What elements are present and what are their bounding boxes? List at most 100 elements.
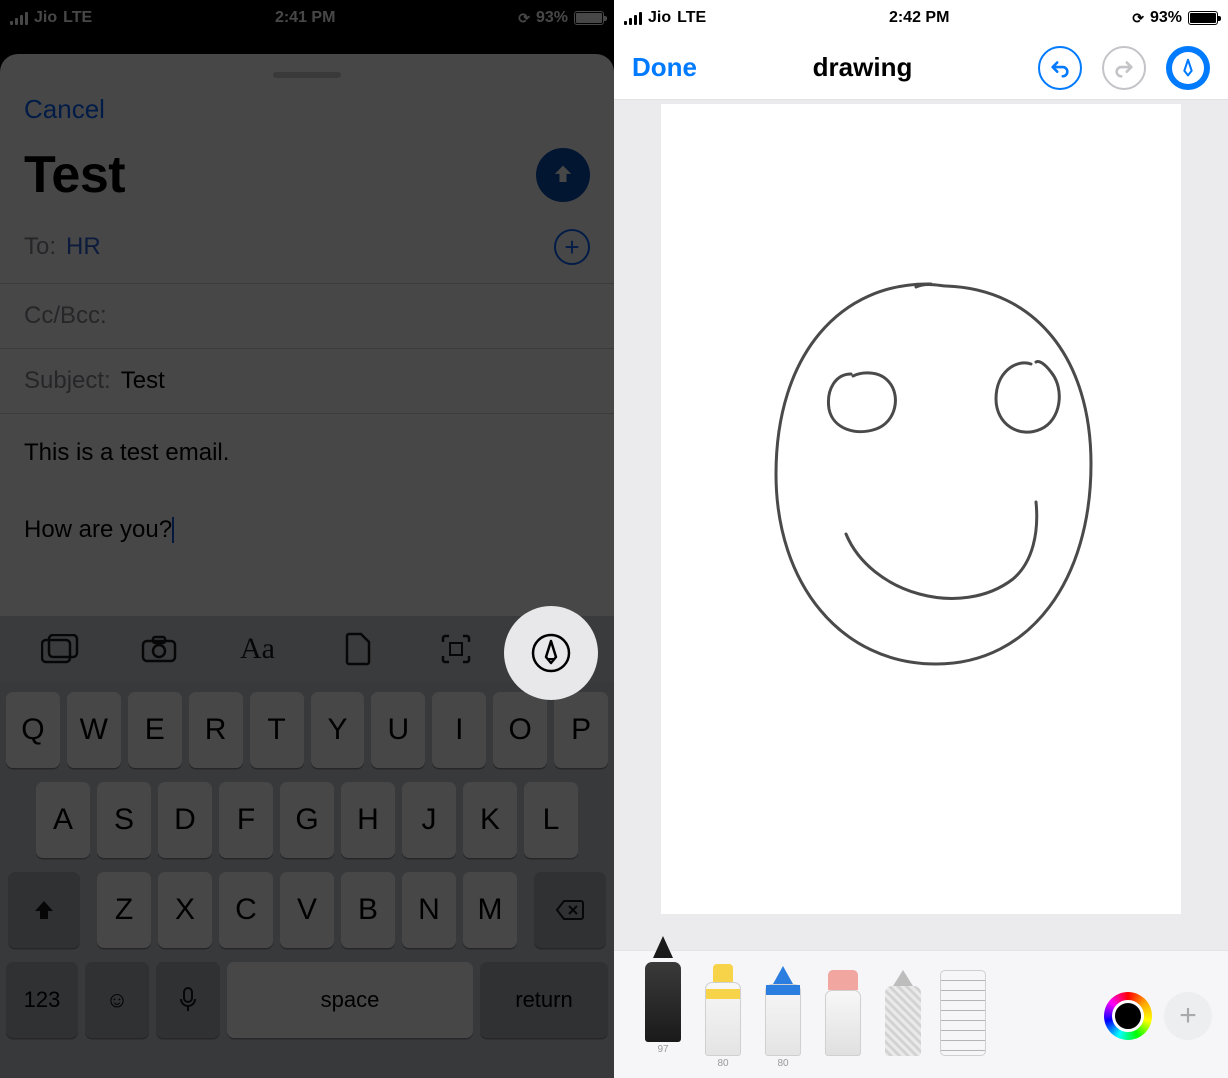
compose-sheet: Cancel Test To: HR + Cc/Bcc: Subject: Te… [0,54,614,1078]
cc-bcc-field[interactable]: Cc/Bcc: [0,284,614,349]
color-picker-button[interactable] [1104,992,1152,1040]
scan-document-icon[interactable] [424,625,488,673]
subject-label: Subject: [24,367,111,395]
battery-icon [1188,11,1218,25]
subject-field[interactable]: Subject: Test [0,349,614,414]
network-label: LTE [63,9,92,27]
add-shape-button[interactable]: + [1164,992,1212,1040]
subject-value: Test [121,367,165,395]
numbers-key[interactable]: 123 [6,962,78,1038]
status-bar: Jio LTE 2:41 PM ⟳ 93% [0,0,614,36]
clock: 2:42 PM [889,9,949,27]
lasso-tool[interactable] [876,970,930,1070]
network-label: LTE [677,9,706,27]
compose-title: Test [24,145,125,205]
redo-icon [1113,57,1135,79]
key-r[interactable]: R [189,692,243,768]
key-f[interactable]: F [219,782,273,858]
space-key[interactable]: space [227,962,473,1038]
text-format-icon[interactable]: Aa [226,625,290,673]
status-bar: Jio LTE 2:42 PM ⟳ 93% [614,0,1228,36]
sheet-grabber[interactable] [273,72,341,78]
undo-button[interactable] [1038,46,1082,90]
key-j[interactable]: J [402,782,456,858]
key-x[interactable]: X [158,872,212,948]
key-t[interactable]: T [250,692,304,768]
keyboard-row-2: ASDFGHJKL [6,782,608,858]
key-o[interactable]: O [493,692,547,768]
email-body[interactable]: This is a test email. How are you? [0,414,614,569]
carrier-label: Jio [34,9,57,27]
key-w[interactable]: W [67,692,121,768]
attach-file-icon[interactable] [325,625,389,673]
key-h[interactable]: H [341,782,395,858]
keyboard-row-1: QWERTYUIOP [6,692,608,768]
return-key[interactable]: return [480,962,608,1038]
rotation-lock-icon: ⟳ [518,10,530,27]
dictation-key[interactable] [156,962,220,1038]
cc-bcc-label: Cc/Bcc: [24,302,107,330]
markup-pen-icon [531,633,571,673]
clock: 2:41 PM [275,9,335,27]
key-y[interactable]: Y [311,692,365,768]
keyboard-row-bottom: 123 ☺ space return [6,962,608,1038]
battery-percent: 93% [536,9,568,27]
send-button[interactable] [536,148,590,202]
keyboard: QWERTYUIOP ASDFGHJKL ZXCVBNM 123 ☺ space… [0,682,614,1078]
markup-button-highlighted[interactable] [504,606,598,700]
key-k[interactable]: K [463,782,517,858]
arrow-up-icon [549,161,577,189]
carrier-label: Jio [648,9,671,27]
nav-title: drawing [707,52,1018,83]
key-u[interactable]: U [371,692,425,768]
marker-tool[interactable]: 80 [696,964,750,1070]
to-label: To: [24,233,56,261]
camera-icon[interactable] [127,625,191,673]
key-e[interactable]: E [128,692,182,768]
key-d[interactable]: D [158,782,212,858]
photos-icon[interactable] [28,625,92,673]
key-a[interactable]: A [36,782,90,858]
eraser-tool[interactable] [816,970,870,1070]
canvas-background [614,100,1228,950]
mail-compose-screen: Jio LTE 2:41 PM ⟳ 93% Cancel Test To: HR… [0,0,614,1078]
emoji-key[interactable]: ☺ [85,962,149,1038]
drawing-canvas[interactable] [661,104,1181,914]
keyboard-row-3: ZXCVBNM [6,872,608,948]
markup-toggle-button[interactable] [1166,46,1210,90]
done-button[interactable]: Done [632,52,697,83]
key-q[interactable]: Q [6,692,60,768]
battery-percent: 93% [1150,9,1182,27]
key-n[interactable]: N [402,872,456,948]
key-v[interactable]: V [280,872,334,948]
shift-key[interactable] [8,872,80,948]
cancel-button[interactable]: Cancel [0,92,614,131]
undo-icon [1049,57,1071,79]
rotation-lock-icon: ⟳ [1132,10,1144,27]
body-line-2: How are you? [24,516,172,543]
redo-button [1102,46,1146,90]
key-m[interactable]: M [463,872,517,948]
key-b[interactable]: B [341,872,395,948]
key-i[interactable]: I [432,692,486,768]
key-l[interactable]: L [524,782,578,858]
pen-tool[interactable]: 97 [636,936,690,1056]
markup-tool-tray: 97 80 80 + [614,950,1228,1078]
key-s[interactable]: S [97,782,151,858]
markup-nav-bar: Done drawing [614,36,1228,100]
pen-tip-icon [1177,57,1199,79]
add-recipient-button[interactable]: + [554,229,590,265]
pencil-tool[interactable]: 80 [756,966,810,1070]
ruler-tool[interactable] [936,970,990,1070]
to-value: HR [66,233,101,261]
markup-drawing-screen: Jio LTE 2:42 PM ⟳ 93% Done drawing [614,0,1228,1078]
backspace-key[interactable] [534,872,606,948]
body-line-1: This is a test email. [24,434,590,472]
text-cursor [172,517,175,543]
key-p[interactable]: P [554,692,608,768]
to-field[interactable]: To: HR + [0,211,614,284]
key-c[interactable]: C [219,872,273,948]
pen-size-label: 97 [657,1044,668,1056]
key-g[interactable]: G [280,782,334,858]
key-z[interactable]: Z [97,872,151,948]
